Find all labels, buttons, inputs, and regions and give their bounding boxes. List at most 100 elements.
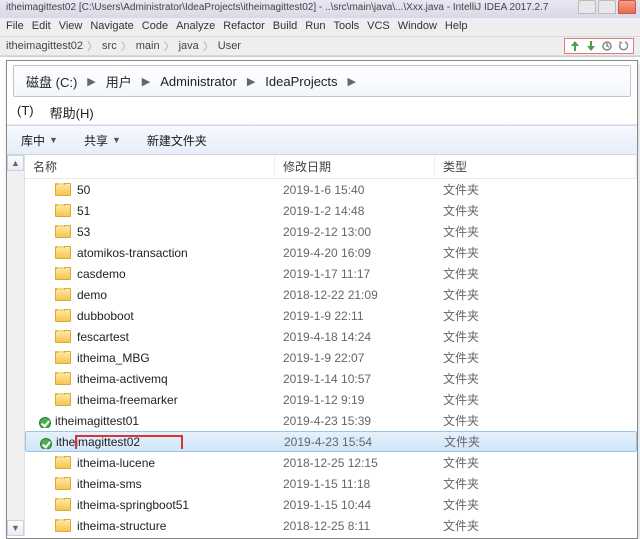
toolbar-share[interactable]: 共享 ▼ — [78, 130, 127, 151]
toolbar-newfolder-label: 新建文件夹 — [147, 132, 207, 149]
chevron-right-icon[interactable]: ▶ — [342, 75, 362, 88]
file-name: itheima-structure — [77, 519, 166, 533]
file-type: 文件夹 — [435, 370, 637, 387]
file-type: 文件夹 — [435, 349, 637, 366]
vcs-revert-icon[interactable] — [617, 40, 629, 52]
menu-file[interactable]: File — [6, 20, 24, 34]
file-name: 51 — [77, 204, 90, 218]
ide-title-bar: itheimagittest02 [C:\Users\Administrator… — [0, 0, 640, 18]
name-cell: itheima-structure — [25, 519, 275, 533]
menu-build[interactable]: Build — [273, 20, 297, 34]
col-date[interactable]: 修改日期 — [275, 155, 435, 178]
file-date: 2018-12-25 8:11 — [275, 519, 435, 533]
table-row[interactable]: casdemo2019-1-17 11:17文件夹 — [25, 263, 637, 284]
table-row[interactable]: itheima-structure2018-12-25 8:11文件夹 — [25, 515, 637, 536]
crumb[interactable]: itheimagittest02 — [6, 40, 83, 52]
crumb[interactable]: java — [179, 40, 199, 52]
table-row[interactable]: 502019-1-6 15:40文件夹 — [25, 179, 637, 200]
name-cell: itheima-freemarker — [25, 393, 275, 407]
menu-vcs[interactable]: VCS — [367, 20, 390, 34]
crumb[interactable]: User — [218, 40, 241, 52]
menu-edit[interactable]: Edit — [32, 20, 51, 34]
name-cell: itheima-sms — [25, 477, 275, 491]
explorer-toolbar: 库中 ▼ 共享 ▼ 新建文件夹 — [7, 125, 637, 155]
table-row[interactable]: 532019-2-12 13:00文件夹 — [25, 221, 637, 242]
address-crumb[interactable]: Administrator — [156, 70, 241, 93]
file-date: 2019-1-6 15:40 — [275, 183, 435, 197]
chevron-right-icon[interactable]: ▶ — [81, 75, 101, 88]
name-cell: atomikos-transaction — [25, 246, 275, 260]
folder-icon — [55, 267, 71, 280]
vcs-commit-icon[interactable] — [585, 40, 597, 52]
address-crumb[interactable]: IdeaProjects — [261, 70, 341, 93]
menu-help[interactable]: Help — [445, 20, 468, 34]
file-type: 文件夹 — [435, 412, 637, 429]
toolbar-include[interactable]: 库中 ▼ — [15, 130, 64, 151]
address-crumb[interactable]: 用户 — [102, 68, 136, 95]
ide-title-text: itheimagittest02 [C:\Users\Administrator… — [6, 2, 548, 13]
table-row[interactable]: dubboboot2019-1-9 22:11文件夹 — [25, 305, 637, 326]
menu-tools[interactable]: Tools — [333, 20, 359, 34]
vcs-ok-icon — [39, 417, 51, 428]
menu-t[interactable]: (T) — [17, 103, 34, 120]
minimize-button[interactable] — [578, 0, 596, 14]
table-row[interactable]: itheima-activemq2019-1-14 10:57文件夹 — [25, 368, 637, 389]
navpane-scrollbar[interactable]: ▲ ▼ — [7, 155, 25, 536]
table-row[interactable]: demo2018-12-22 21:09文件夹 — [25, 284, 637, 305]
name-cell: 51 — [25, 204, 275, 218]
crumb[interactable]: main — [136, 40, 160, 52]
file-date: 2019-4-23 15:54 — [276, 435, 436, 449]
vcs-update-icon[interactable] — [569, 40, 581, 52]
name-cell: itheima-springboot51 — [25, 498, 275, 512]
table-row[interactable]: itheimagittest022019-4-23 15:54文件夹 — [25, 431, 637, 452]
file-date: 2019-1-15 10:44 — [275, 498, 435, 512]
file-name: demo — [77, 288, 107, 302]
address-bar[interactable]: 磁盘 (C:) ▶ 用户 ▶ Administrator ▶ IdeaProje… — [13, 65, 631, 97]
menu-refactor[interactable]: Refactor — [223, 20, 265, 34]
col-type[interactable]: 类型 — [435, 155, 637, 178]
maximize-button[interactable] — [598, 0, 616, 14]
menu-analyze[interactable]: Analyze — [176, 20, 215, 34]
table-row[interactable]: itheimagittest012019-4-23 15:39文件夹 — [25, 410, 637, 431]
scroll-up-icon[interactable]: ▲ — [7, 155, 24, 171]
toolbar-share-label: 共享 — [84, 132, 108, 149]
menu-window[interactable]: Window — [398, 20, 437, 34]
name-cell: itheimagittest01 — [25, 414, 275, 428]
table-row[interactable]: itheima-sms2019-1-15 11:18文件夹 — [25, 473, 637, 494]
toolbar-newfolder[interactable]: 新建文件夹 — [141, 130, 213, 151]
table-row[interactable]: 512019-1-2 14:48文件夹 — [25, 200, 637, 221]
ide-breadcrumb: itheimagittest02〉 src〉 main〉 java〉 User — [0, 36, 640, 56]
vcs-toolbar-highlight — [564, 38, 634, 54]
chevron-right-icon[interactable]: ▶ — [136, 75, 156, 88]
table-row[interactable]: fescartest2019-4-18 14:24文件夹 — [25, 326, 637, 347]
address-crumb[interactable]: 磁盘 (C:) — [22, 68, 81, 95]
file-date: 2019-1-15 11:18 — [275, 477, 435, 491]
scroll-down-icon[interactable]: ▼ — [7, 520, 24, 536]
file-date: 2019-1-9 22:11 — [275, 309, 435, 323]
table-row[interactable]: itheima-freemarker2019-1-12 9:19文件夹 — [25, 389, 637, 410]
chevron-right-icon[interactable]: ▶ — [241, 75, 261, 88]
file-date: 2019-2-12 13:00 — [275, 225, 435, 239]
file-date: 2019-1-2 14:48 — [275, 204, 435, 218]
col-name[interactable]: 名称 — [25, 155, 275, 178]
table-row[interactable]: atomikos-transaction2019-4-20 16:09文件夹 — [25, 242, 637, 263]
close-button[interactable] — [618, 0, 636, 14]
crumb[interactable]: src — [102, 40, 117, 52]
table-row[interactable]: itheima-springboot512019-1-15 10:44文件夹 — [25, 494, 637, 515]
file-type: 文件夹 — [435, 454, 637, 471]
name-cell: casdemo — [25, 267, 275, 281]
menu-code[interactable]: Code — [142, 20, 168, 34]
file-date: 2019-4-23 15:39 — [275, 414, 435, 428]
file-date: 2019-1-17 11:17 — [275, 267, 435, 281]
table-row[interactable]: itheima-lucene2018-12-25 12:15文件夹 — [25, 452, 637, 473]
menu-navigate[interactable]: Navigate — [90, 20, 133, 34]
vcs-history-icon[interactable] — [601, 40, 613, 52]
folder-icon — [55, 456, 71, 469]
table-row[interactable]: itheima_MBG2019-1-9 22:07文件夹 — [25, 347, 637, 368]
file-date: 2019-4-20 16:09 — [275, 246, 435, 260]
ide-menubar[interactable]: File Edit View Navigate Code Analyze Ref… — [0, 18, 640, 36]
menu-run[interactable]: Run — [305, 20, 325, 34]
menu-view[interactable]: View — [59, 20, 83, 34]
file-name: atomikos-transaction — [77, 246, 188, 260]
menu-help[interactable]: 帮助(H) — [50, 103, 94, 120]
